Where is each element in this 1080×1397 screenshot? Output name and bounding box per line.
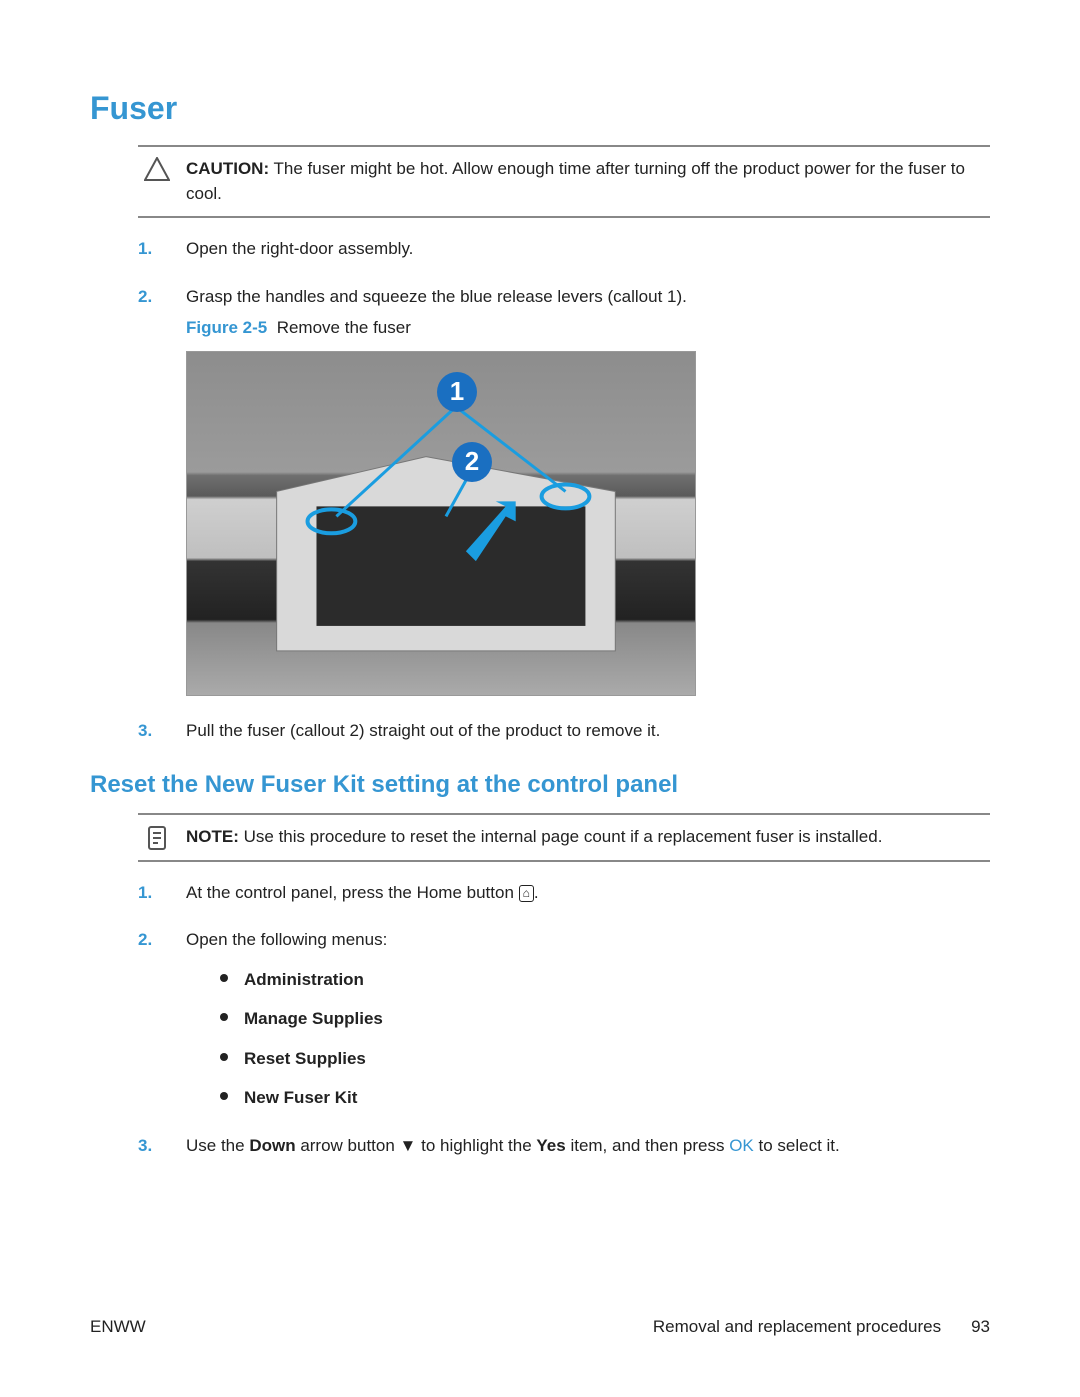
menu-item-reset-supplies: Reset Supplies [216,1046,990,1072]
down-word: Down [249,1136,295,1155]
note-icon [142,825,172,860]
step-text-seg: Use the [186,1136,249,1155]
caution-label: CAUTION: [186,159,269,178]
note-label: NOTE: [186,827,239,846]
step-text: Pull the fuser (callout 2) straight out … [186,721,660,740]
menu-item-new-fuser-kit: New Fuser Kit [216,1085,990,1111]
caution-text: The fuser might be hot. Allow enough tim… [186,159,965,203]
step-2: 2. Open the following menus: Administrat… [138,927,990,1111]
step-text: Open the following menus: [186,930,387,949]
menu-item-manage-supplies: Manage Supplies [216,1006,990,1032]
subsection-heading: Reset the New Fuser Kit setting at the c… [90,771,990,799]
figure-caption: Figure 2-5 Remove the fuser [186,315,990,341]
figure-image: 1 2 [186,351,696,696]
step-number: 3. [138,1133,152,1159]
ok-word: OK [729,1136,754,1155]
footer-left: ENWW [90,1317,146,1337]
footer-page-number: 93 [971,1317,990,1337]
down-arrow-icon: ▼ [400,1136,417,1155]
note-text: Use this procedure to reset the internal… [244,827,883,846]
step-text-tail: . [534,883,539,902]
section-heading: Fuser [90,90,990,127]
step-number: 2. [138,284,152,310]
footer-section: Removal and replacement procedures [653,1317,941,1337]
figure-title: Remove the fuser [277,318,411,337]
menu-list: Administration Manage Supplies Reset Sup… [216,967,990,1111]
step-text: Grasp the handles and squeeze the blue r… [186,287,687,306]
page: Fuser CAUTION: The fuser might be hot. A… [0,0,1080,1397]
figure-label: Figure 2-5 [186,318,267,337]
caution-icon [142,157,172,190]
step-text: At the control panel, press the Home but… [186,883,519,902]
step-number: 1. [138,880,152,906]
menu-item-administration: Administration [216,967,990,993]
callout-2: 2 [452,442,492,482]
step-3: 3. Pull the fuser (callout 2) straight o… [138,718,990,744]
callout-1: 1 [437,372,477,412]
step-text-seg: item, and then press [566,1136,729,1155]
procedure-list-2: 1. At the control panel, press the Home … [138,880,990,1159]
procedure-list-1: 1. Open the right-door assembly. 2. Gras… [138,236,990,743]
yes-word: Yes [536,1136,565,1155]
page-footer: ENWW Removal and replacement procedures … [90,1317,990,1337]
step-number: 1. [138,236,152,262]
step-number: 3. [138,718,152,744]
caution-box: CAUTION: The fuser might be hot. Allow e… [138,145,990,218]
step-text: Open the right-door assembly. [186,239,413,258]
step-1: 1. At the control panel, press the Home … [138,880,990,906]
step-text-seg: arrow button [296,1136,400,1155]
step-text-seg: to select it. [754,1136,840,1155]
step-text-seg: to highlight the [416,1136,536,1155]
step-2: 2. Grasp the handles and squeeze the blu… [138,284,990,696]
step-1: 1. Open the right-door assembly. [138,236,990,262]
note-box: NOTE: Use this procedure to reset the in… [138,813,990,862]
step-number: 2. [138,927,152,953]
step-3: 3. Use the Down arrow button ▼ to highli… [138,1133,990,1159]
home-button-icon: ⌂ [519,885,534,901]
